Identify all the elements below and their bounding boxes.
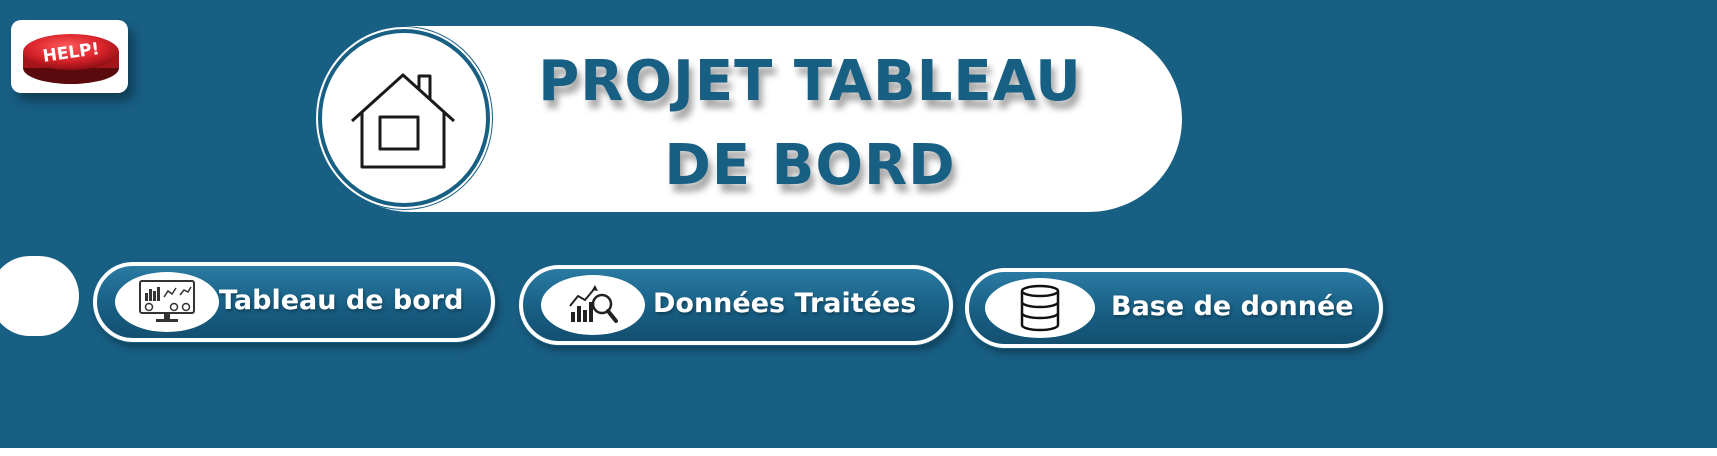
nav-button-donnees-traitees[interactable]: Données Traitées	[519, 265, 953, 345]
nav-label-tableau-de-bord: Tableau de bord	[219, 285, 464, 316]
bottom-strip	[0, 448, 1717, 456]
nav-button-tableau-de-bord[interactable]: Tableau de bord	[93, 262, 495, 342]
page-title-line-1: PROJET TABLEAU	[538, 49, 1082, 114]
dashboard-monitor-icon	[139, 280, 195, 322]
nav-label-base-de-donnee: Base de donnée	[1111, 291, 1354, 322]
nav-icon-container	[541, 275, 645, 335]
nav-icon-container	[985, 278, 1095, 338]
side-tab[interactable]	[0, 256, 79, 336]
help-button-icon: HELP!	[23, 34, 119, 84]
home-button[interactable]	[318, 29, 490, 207]
chart-magnifier-icon	[569, 285, 618, 323]
nav-icon-container	[115, 272, 219, 332]
page-title-line-2: DE BORD	[664, 133, 956, 198]
page-title: PROJET TABLEAU DE BORD	[500, 40, 1120, 208]
help-button[interactable]: HELP!	[11, 20, 128, 93]
home-icon	[350, 73, 456, 169]
database-icon	[1020, 284, 1060, 332]
nav-button-base-de-donnee[interactable]: Base de donnée	[965, 268, 1383, 348]
nav-label-donnees-traitees: Données Traitées	[653, 288, 917, 319]
